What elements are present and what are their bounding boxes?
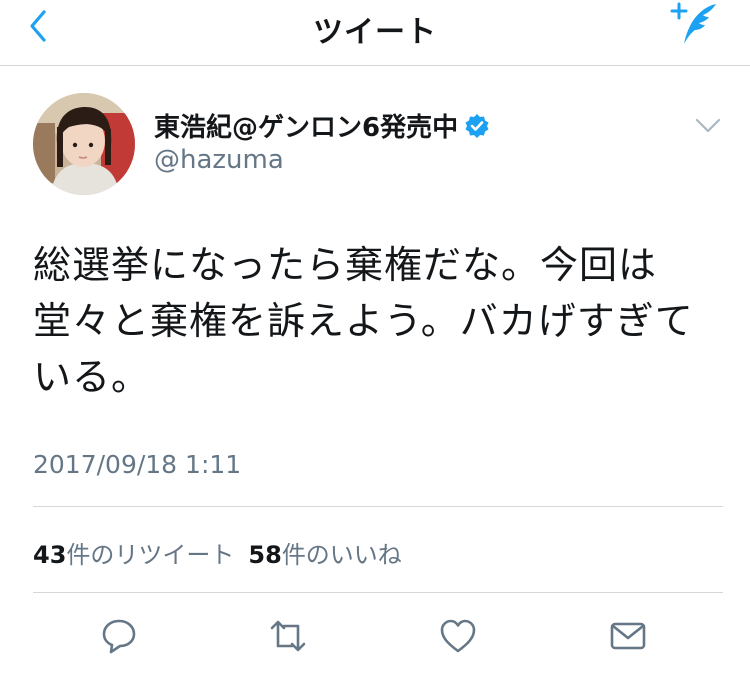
like-count: 58 — [248, 541, 282, 569]
compose-icon[interactable] — [666, 0, 722, 50]
user-handle[interactable]: @hazuma — [154, 145, 284, 175]
engagement-stats: 43件のリツイート 58件のいいね — [33, 535, 402, 570]
retweet-icon[interactable] — [268, 616, 308, 656]
avatar[interactable] — [33, 93, 135, 195]
like-icon[interactable] — [438, 616, 478, 656]
verified-badge-icon — [465, 113, 489, 138]
like-stat[interactable]: 58件のいいね — [248, 541, 401, 569]
page-title: ツイート — [313, 15, 437, 50]
tweet-text: 総選挙になったら棄権だな。今回は堂々と棄権を訴えよう。バカげすぎている。 — [33, 243, 694, 399]
reply-icon[interactable] — [99, 616, 139, 656]
display-name[interactable]: 東浩紀@ゲンロン6発売中 — [154, 107, 490, 144]
action-bar — [0, 616, 750, 660]
like-label: 件のいいね — [281, 541, 402, 569]
timestamp: 2017/09/18 1:11 — [33, 450, 242, 479]
divider — [33, 506, 723, 507]
retweet-label: 件のリツイート — [66, 541, 235, 569]
display-name-text: 東浩紀@ゲンロン6発売中 — [154, 113, 459, 143]
retweet-stat[interactable]: 43件のリツイート — [33, 541, 234, 569]
share-icon[interactable] — [608, 616, 648, 656]
chevron-down-icon[interactable] — [694, 111, 722, 139]
retweet-count: 43 — [33, 541, 67, 569]
navigation-bar: ツイート — [0, 0, 750, 66]
divider — [33, 592, 723, 593]
